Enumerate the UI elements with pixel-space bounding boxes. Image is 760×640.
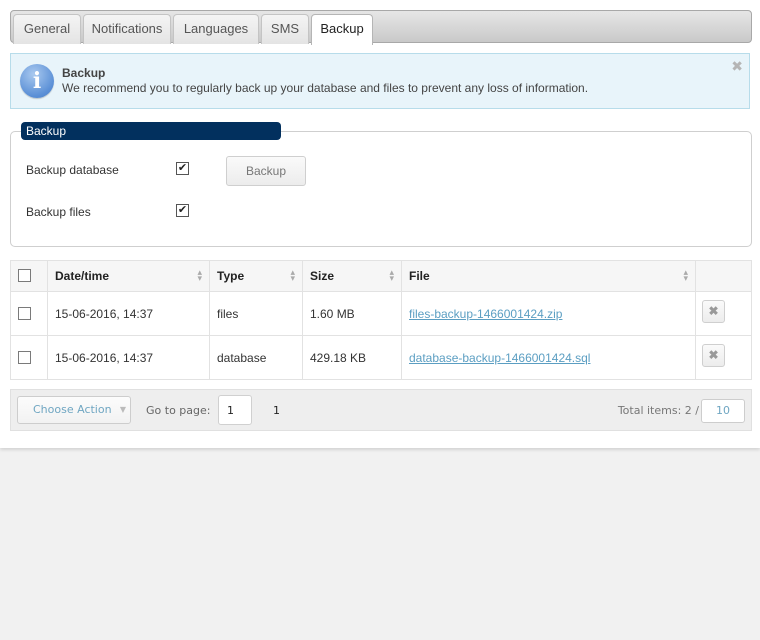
cell-datetime: 15-06-2016, 14:37 (47, 292, 209, 335)
info-alert: i Backup We recommend you to regularly b… (10, 53, 750, 109)
goto-page-input[interactable] (218, 395, 252, 425)
backup-database-checkbox[interactable]: ✔ (176, 162, 189, 175)
cell-actions: ✖ (695, 336, 751, 379)
cell-size: 1.60 MB (302, 292, 401, 335)
column-type-label: Type (217, 269, 245, 283)
delete-button[interactable]: ✖ (702, 344, 725, 367)
tab-general[interactable]: General (13, 14, 81, 44)
column-size[interactable]: Size ▴ ▾ (302, 261, 401, 291)
delete-icon: ✖ (708, 348, 719, 362)
backup-legend: Backup (21, 122, 281, 140)
column-actions (695, 261, 751, 291)
column-size-label: Size (310, 269, 335, 283)
backup-button[interactable]: Backup (226, 156, 306, 186)
row-checkbox[interactable] (18, 306, 31, 320)
sort-icon[interactable]: ▴ ▾ (197, 268, 202, 283)
backup-database-label: Backup database (26, 163, 119, 177)
table-footer: Choose Action ▼ Go to page: 1 Total item… (10, 389, 752, 431)
alert-title: Backup (62, 66, 106, 80)
table-row: 15-06-2016, 14:37 database 429.18 KB dat… (11, 335, 751, 379)
alert-message: We recommend you to regularly back up yo… (62, 81, 589, 95)
sort-icon[interactable]: ▴ ▾ (290, 268, 295, 283)
row-select-cell (11, 292, 47, 335)
backup-files-checkbox[interactable]: ✔ (176, 204, 189, 217)
info-icon: i (20, 64, 54, 98)
column-datetime-label: Date/time (55, 269, 110, 283)
row-checkbox[interactable] (18, 350, 31, 364)
tab-bar: General Notifications Languages SMS Back… (10, 10, 752, 45)
select-all-cell (11, 261, 47, 291)
page-size-selector[interactable]: 10 (701, 399, 745, 423)
settings-page: General Notifications Languages SMS Back… (0, 0, 760, 448)
row-select-cell (11, 336, 47, 379)
cell-datetime: 15-06-2016, 14:37 (47, 336, 209, 379)
cell-size: 429.18 KB (302, 336, 401, 379)
tab-languages[interactable]: Languages (173, 14, 259, 44)
cell-type: database (209, 336, 302, 379)
sort-icon[interactable]: ▴ ▾ (683, 268, 688, 283)
column-datetime[interactable]: Date/time ▴ ▾ (47, 261, 209, 291)
select-all-checkbox[interactable] (18, 269, 31, 282)
caret-down-icon: ▼ (119, 405, 126, 414)
cell-file: database-backup-1466001424.sql (401, 336, 695, 379)
cell-actions: ✖ (695, 292, 751, 335)
delete-button[interactable]: ✖ (702, 300, 725, 323)
tab-backup[interactable]: Backup (311, 14, 373, 45)
column-type[interactable]: Type ▴ ▾ (209, 261, 302, 291)
backups-table: Date/time ▴ ▾ Type ▴ ▾ Size ▴ ▾ File ▴ ▾ 15-… (10, 260, 752, 380)
sort-icon[interactable]: ▴ ▾ (389, 268, 394, 283)
backup-fieldset (10, 131, 752, 247)
file-download-link[interactable]: files-backup-1466001424.zip (409, 307, 562, 321)
choose-action-dropdown[interactable]: Choose Action ▼ (17, 396, 131, 424)
column-file[interactable]: File ▴ ▾ (401, 261, 695, 291)
file-download-link[interactable]: database-backup-1466001424.sql (409, 351, 590, 365)
cell-file: files-backup-1466001424.zip (401, 292, 695, 335)
page-count: 1 (273, 404, 280, 417)
tab-notifications[interactable]: Notifications (83, 14, 171, 44)
column-file-label: File (409, 269, 430, 283)
tab-sms[interactable]: SMS (261, 14, 309, 44)
table-header: Date/time ▴ ▾ Type ▴ ▾ Size ▴ ▾ File ▴ ▾ (11, 261, 751, 291)
delete-icon: ✖ (708, 304, 719, 318)
choose-action-label: Choose Action (33, 403, 112, 416)
backup-files-label: Backup files (26, 205, 91, 219)
total-items-label: Total items: 2 / (617, 404, 699, 417)
table-row: 15-06-2016, 14:37 files 1.60 MB files-ba… (11, 291, 751, 335)
close-icon[interactable]: ✖ (731, 58, 743, 75)
cell-type: files (209, 292, 302, 335)
goto-page-label: Go to page: (146, 404, 211, 417)
